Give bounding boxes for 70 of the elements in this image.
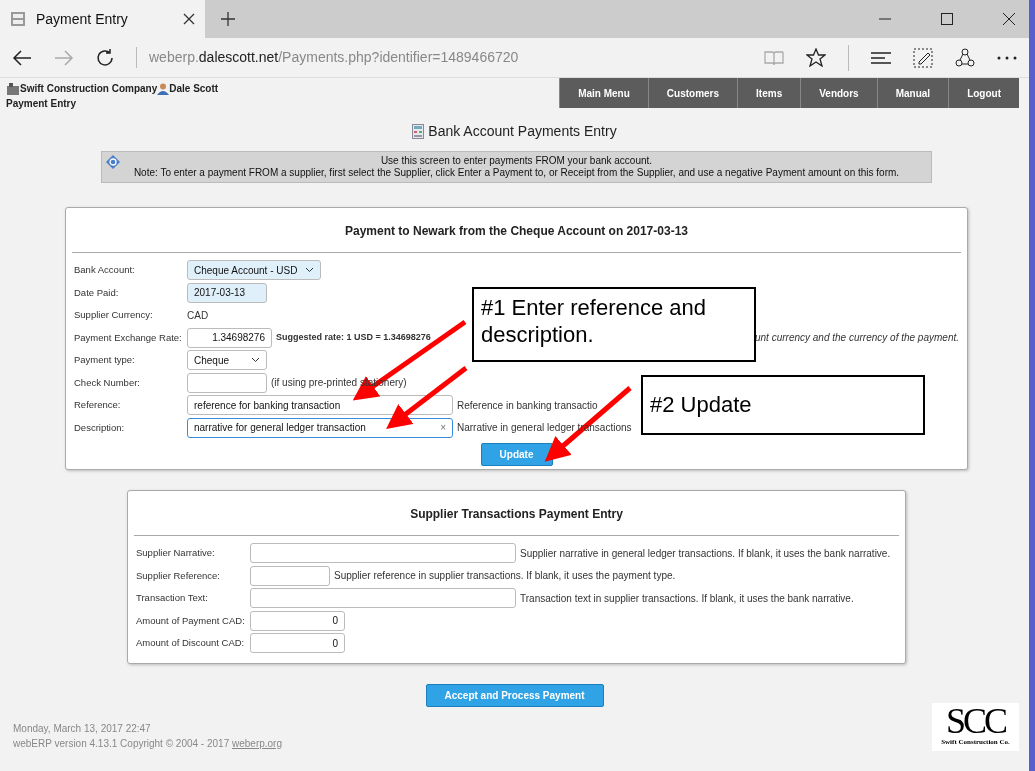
field-hint: unt currency and the currency of the payment. bbox=[754, 331, 960, 346]
callout-note: #1 Enter reference and description. bbox=[472, 287, 756, 362]
input-field[interactable] bbox=[187, 372, 267, 393]
menu-button[interactable]: Manual bbox=[876, 78, 949, 108]
share-icon[interactable] bbox=[955, 47, 975, 68]
building-icon bbox=[6, 82, 20, 95]
field-label: Supplier Currency: bbox=[73, 308, 154, 323]
field-label: Payment Exchange Rate: bbox=[73, 330, 183, 345]
menu-button[interactable]: Customers bbox=[647, 78, 738, 108]
dropdown[interactable]: Cheque Account - USD bbox=[187, 260, 322, 281]
site-favicon-icon bbox=[10, 11, 26, 27]
user-name: Dale Scott bbox=[169, 82, 219, 96]
menu-button[interactable]: Main Menu bbox=[559, 78, 648, 108]
input-field[interactable] bbox=[250, 543, 516, 564]
menu-button[interactable]: Vendors bbox=[800, 78, 877, 108]
close-icon[interactable] bbox=[183, 13, 195, 25]
panel-heading: Supplier Transactions Payment Entry bbox=[134, 491, 899, 536]
field-label: Payment type: bbox=[73, 353, 136, 368]
field-label: Check Number: bbox=[73, 375, 141, 390]
callout-note: #2 Update bbox=[641, 375, 925, 435]
more-icon[interactable] bbox=[997, 55, 1017, 60]
help-icon bbox=[106, 155, 120, 169]
dropdown[interactable]: Cheque bbox=[187, 350, 267, 371]
star-icon[interactable] bbox=[806, 48, 826, 67]
clear-icon[interactable]: × bbox=[440, 420, 446, 436]
page-title: Bank Account Payments Entry bbox=[428, 122, 617, 141]
input-field[interactable] bbox=[250, 565, 330, 586]
back-icon[interactable] bbox=[12, 49, 32, 66]
version-text: webERP version 4.13.1 Copyright © 2004 - 2017 weberp.org bbox=[13, 737, 282, 751]
address-bar[interactable]: weberp.dalescott.net/Payments.php?identifier=1489466720 bbox=[136, 47, 742, 68]
input-field[interactable]: 0 bbox=[250, 633, 345, 654]
field-label: Supplier Narrative: bbox=[135, 546, 216, 561]
field-hint: Transaction text in supplier transactions. If blank, it uses the bank narrative. bbox=[519, 591, 854, 606]
chevron-icon bbox=[251, 357, 260, 364]
field-label: Reference: bbox=[73, 398, 122, 413]
input-field[interactable]: 0 bbox=[250, 610, 345, 631]
menu-button[interactable]: Items bbox=[737, 78, 801, 108]
pen-icon[interactable] bbox=[913, 47, 933, 68]
input-field[interactable] bbox=[250, 588, 516, 609]
close-icon[interactable] bbox=[1003, 13, 1015, 25]
input-field[interactable]: reference for banking transaction bbox=[187, 395, 453, 416]
field-label: Description: bbox=[73, 420, 126, 435]
chevron-icon bbox=[305, 267, 315, 274]
field-value: CAD bbox=[187, 308, 209, 323]
info-text: Note: To enter a payment FROM a supplier, first select the Supplier, click Enter a Payment to, or Receipt from the Supplier, and use a negative Payment amount on this form. bbox=[132, 167, 901, 179]
field-label: Bank Account: bbox=[73, 263, 136, 278]
menu-button[interactable]: Logout bbox=[948, 78, 1019, 108]
field-label: Amount of Discount CAD: bbox=[135, 636, 246, 651]
field-label: Amount of Payment CAD: bbox=[135, 613, 246, 628]
company-name: Swift Construction Company bbox=[20, 82, 158, 96]
info-text: Use this screen to enter payments FROM your bank account. bbox=[379, 155, 654, 167]
user-icon bbox=[157, 82, 170, 95]
input-field[interactable]: narrative for general ledger transaction × bbox=[187, 417, 453, 438]
panel-heading: Payment to Newark from the Cheque Account on 2017-03-13 bbox=[72, 208, 961, 253]
field-label: Transaction Text: bbox=[135, 591, 209, 606]
field-label: Supplier Reference: bbox=[135, 568, 221, 583]
field-hint: Supplier reference in supplier transactions. If blank, it uses the payment type. bbox=[333, 569, 676, 584]
field-label: Date Paid: bbox=[73, 285, 120, 300]
timestamp: Monday, March 13, 2017 22:47 bbox=[13, 722, 152, 736]
maximize-icon[interactable] bbox=[941, 13, 953, 25]
new-tab-icon[interactable] bbox=[221, 12, 235, 26]
menu-icon[interactable] bbox=[871, 50, 891, 65]
input-field[interactable]: 2017-03-13 bbox=[187, 282, 267, 303]
page-name: Payment Entry bbox=[6, 97, 78, 111]
calculator-icon bbox=[412, 124, 425, 139]
input-field[interactable]: 1.34698276 bbox=[187, 327, 272, 348]
field-hint: Reference in banking transactio bbox=[456, 398, 598, 413]
refresh-icon[interactable] bbox=[96, 48, 114, 67]
field-hint: Supplier narrative in general ledger transactions. If blank, it uses the bank narrative. bbox=[519, 546, 891, 561]
field-hint: Suggested rate: 1 USD = 1.34698276 bbox=[275, 331, 431, 344]
